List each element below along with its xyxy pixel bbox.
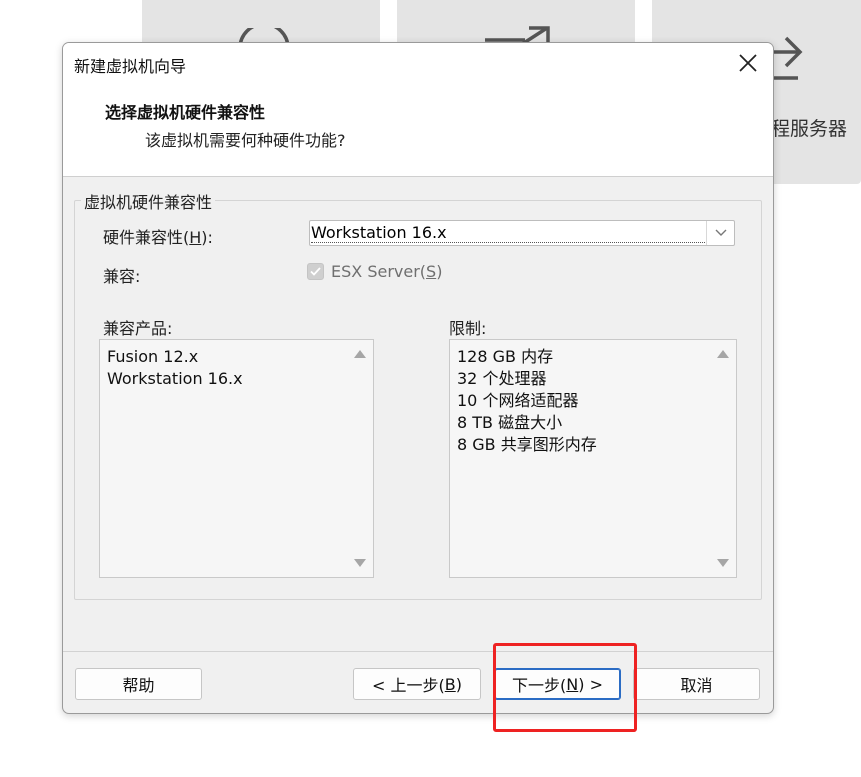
hw-compat-label: 硬件兼容性(H): — [103, 228, 213, 247]
dialog-title: 新建虚拟机向导 — [74, 57, 187, 76]
list-item[interactable]: 10 个网络适配器 — [457, 390, 597, 412]
page-subheading: 该虚拟机需要何种硬件功能? — [145, 131, 346, 150]
dialog-header: 新建虚拟机向导 选择虚拟机硬件兼容性 该虚拟机需要何种硬件功能? — [63, 43, 773, 177]
next-button[interactable]: 下一步(N) > — [494, 668, 621, 700]
chevron-down-icon[interactable] — [706, 221, 734, 245]
footer-divider — [63, 651, 773, 652]
limits-label: 限制: — [449, 319, 487, 338]
esx-server-checkbox[interactable] — [307, 263, 324, 280]
scroll-down-arrow-icon[interactable] — [354, 559, 366, 567]
list-item[interactable]: Workstation 16.x — [107, 368, 243, 390]
limits-list[interactable]: 128 GB 内存 32 个处理器 10 个网络适配器 8 TB 磁盘大小 8 … — [449, 339, 737, 578]
scroll-up-arrow-icon[interactable] — [717, 350, 729, 358]
close-button[interactable] — [735, 50, 761, 76]
close-icon — [739, 54, 757, 72]
tile-label: 程服务器 — [771, 118, 848, 140]
compatible-products-list[interactable]: Fusion 12.x Workstation 16.x — [99, 339, 374, 578]
esx-server-option[interactable]: ESX Server(S) — [307, 262, 442, 281]
new-vm-wizard-dialog: 新建虚拟机向导 选择虚拟机硬件兼容性 该虚拟机需要何种硬件功能? 虚拟机硬件兼容… — [62, 42, 774, 714]
list-item[interactable]: 32 个处理器 — [457, 368, 597, 390]
list-item[interactable]: 8 TB 磁盘大小 — [457, 412, 597, 434]
esx-server-label: ESX Server(S) — [331, 262, 443, 281]
list-item[interactable]: 8 GB 共享图形内存 — [457, 434, 597, 456]
scroll-down-arrow-icon[interactable] — [717, 559, 729, 567]
back-button[interactable]: < 上一步(B) — [353, 668, 481, 700]
hw-compat-select[interactable]: Workstation 16.x — [309, 220, 735, 246]
scrollbar[interactable] — [349, 340, 373, 577]
compat-label: 兼容: — [103, 267, 141, 286]
page-heading: 选择虚拟机硬件兼容性 — [105, 103, 266, 122]
products-label: 兼容产品: — [103, 319, 173, 338]
list-item[interactable]: 128 GB 内存 — [457, 346, 597, 368]
scrollbar[interactable] — [712, 340, 736, 577]
list-item[interactable]: Fusion 12.x — [107, 346, 243, 368]
help-button[interactable]: 帮助 — [75, 668, 202, 700]
scroll-up-arrow-icon[interactable] — [354, 350, 366, 358]
checkmark-icon — [310, 267, 321, 276]
hw-compat-value: Workstation 16.x — [311, 223, 705, 243]
cancel-button[interactable]: 取消 — [633, 668, 760, 700]
group-title: 虚拟机硬件兼容性 — [81, 189, 216, 213]
